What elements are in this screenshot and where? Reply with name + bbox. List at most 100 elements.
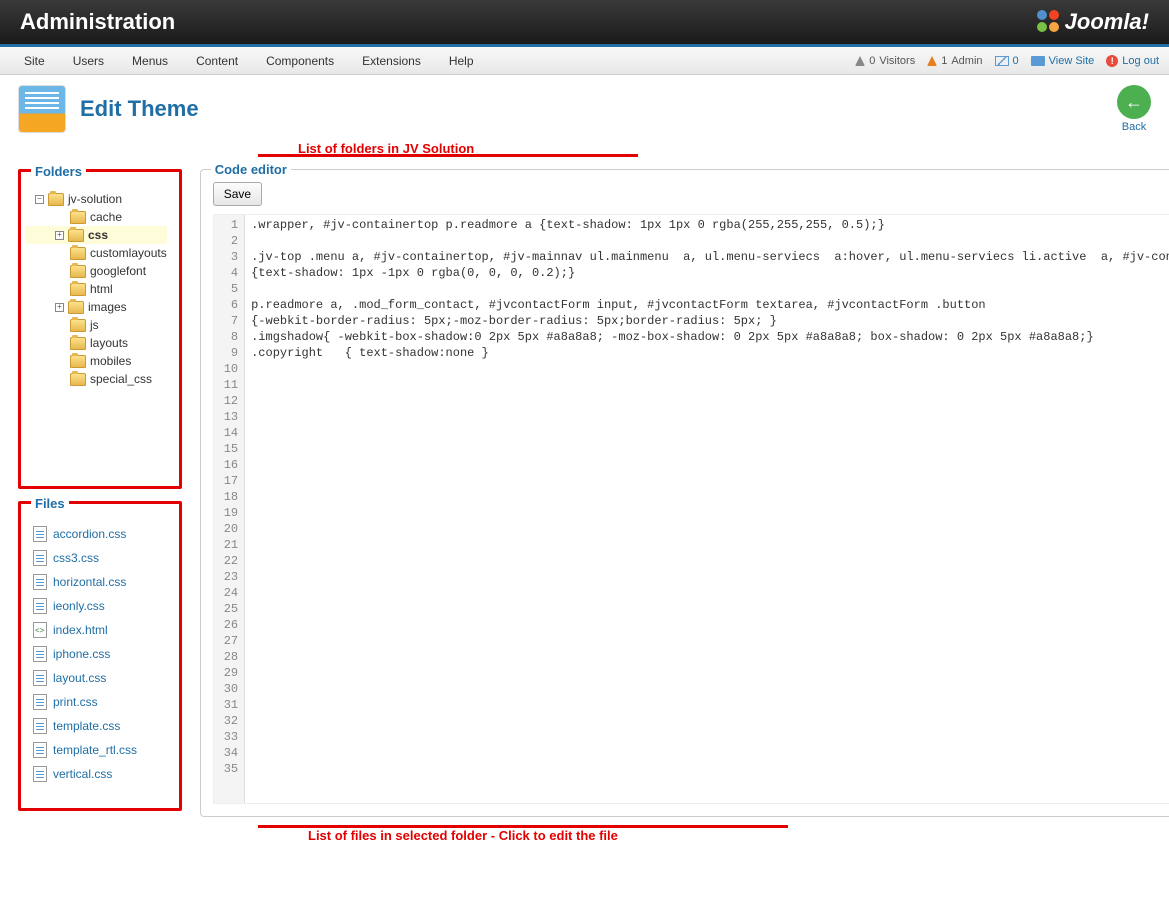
menu-item-menus[interactable]: Menus: [118, 48, 182, 74]
folder-icon: [68, 301, 84, 314]
joomla-logo: Joomla!: [1037, 9, 1149, 35]
collapse-icon[interactable]: −: [35, 195, 44, 204]
file-list: accordion.css css3.css horizontal.css ieonl…: [33, 514, 167, 786]
code-editor[interactable]: 1234567891011121314151617181920212223242…: [213, 214, 1169, 804]
tree-label: layouts: [90, 336, 128, 350]
folder-icon: [70, 265, 86, 278]
tree-label: html: [90, 282, 113, 296]
content-area: Edit Theme ← Back List of folders in JV …: [0, 75, 1169, 853]
view-site-link[interactable]: View Site: [1031, 55, 1095, 67]
menu-item-components[interactable]: Components: [252, 48, 348, 74]
menu-right: 0 Visitors 1 Admin 0 View Site ! Log out: [855, 55, 1159, 67]
menu-item-content[interactable]: Content: [182, 48, 252, 74]
tree-item[interactable]: js: [55, 316, 167, 334]
file-icon: [33, 598, 47, 614]
admins-status: 1 Admin: [927, 55, 982, 67]
tree-item[interactable]: mobiles: [55, 352, 167, 370]
tree-label: special_css: [90, 372, 152, 386]
tree-item[interactable]: +images: [55, 298, 167, 316]
tree-item[interactable]: layouts: [55, 334, 167, 352]
theme-icon: [18, 85, 66, 133]
page-header: Edit Theme ← Back: [18, 85, 1151, 133]
tree-label: mobiles: [90, 354, 131, 368]
file-label: template_rtl.css: [53, 743, 137, 757]
logout-link[interactable]: ! Log out: [1106, 55, 1159, 67]
file-label: print.css: [53, 695, 98, 709]
file-icon: [33, 646, 47, 662]
left-column: Folders − jv-solution cache+csscustomlay…: [18, 169, 182, 817]
folder-icon: [70, 211, 86, 224]
joomla-icon: [1037, 10, 1061, 34]
file-icon: [33, 550, 47, 566]
tree-root[interactable]: − jv-solution: [35, 190, 167, 208]
files-title: Files: [31, 496, 69, 511]
right-column: Code editor Save File loaded! 1234567891…: [200, 169, 1169, 817]
file-label: ieonly.css: [53, 599, 105, 613]
file-item[interactable]: ieonly.css: [33, 594, 167, 618]
file-label: template.css: [53, 719, 120, 733]
tree-label: customlayouts: [90, 246, 167, 260]
visitors-status: 0 Visitors: [855, 55, 915, 67]
file-icon: [33, 742, 47, 758]
folder-icon: [48, 193, 64, 206]
folder-icon: [70, 319, 86, 332]
tree-item[interactable]: cache: [55, 208, 167, 226]
messages-status[interactable]: 0: [995, 55, 1019, 67]
file-label: accordion.css: [53, 527, 126, 541]
file-label: css3.css: [53, 551, 99, 565]
tree-label: googlefont: [90, 264, 146, 278]
annotation-top: List of folders in JV Solution: [18, 141, 1151, 157]
tree-label: css: [88, 228, 108, 242]
file-icon: [33, 622, 47, 638]
back-button[interactable]: ← Back: [1117, 85, 1151, 133]
file-item[interactable]: layout.css: [33, 666, 167, 690]
file-item[interactable]: iphone.css: [33, 642, 167, 666]
main-layout: Folders − jv-solution cache+csscustomlay…: [18, 169, 1151, 817]
file-item[interactable]: horizontal.css: [33, 570, 167, 594]
file-item[interactable]: template_rtl.css: [33, 738, 167, 762]
file-label: vertical.css: [53, 767, 112, 781]
folder-icon: [70, 355, 86, 368]
tree-item[interactable]: + css: [25, 226, 167, 244]
menu-item-site[interactable]: Site: [10, 48, 59, 74]
folder-icon: [70, 337, 86, 350]
page-title: Edit Theme: [80, 96, 199, 122]
editor-title: Code editor: [211, 162, 291, 177]
file-label: iphone.css: [53, 647, 110, 661]
tree-item[interactable]: html: [55, 280, 167, 298]
file-item[interactable]: index.html: [33, 618, 167, 642]
folder-icon: [70, 373, 86, 386]
expand-icon[interactable]: +: [55, 231, 64, 240]
expand-icon[interactable]: +: [55, 303, 64, 312]
person-icon: [855, 56, 865, 66]
code-content[interactable]: .wrapper, #jv-containertop p.readmore a …: [245, 215, 1169, 803]
file-icon: [33, 670, 47, 686]
file-icon: [33, 694, 47, 710]
tree-item[interactable]: customlayouts: [55, 244, 167, 262]
annotation-bottom: List of files in selected folder - Click…: [18, 825, 1151, 843]
file-item[interactable]: vertical.css: [33, 762, 167, 786]
tree-item[interactable]: googlefont: [55, 262, 167, 280]
file-item[interactable]: print.css: [33, 690, 167, 714]
file-item[interactable]: template.css: [33, 714, 167, 738]
tree-label: js: [90, 318, 99, 332]
admin-title: Administration: [20, 9, 175, 35]
menu-item-users[interactable]: Users: [59, 48, 118, 74]
folder-icon: [68, 229, 84, 242]
line-gutter: 1234567891011121314151617181920212223242…: [214, 215, 245, 803]
menu-item-help[interactable]: Help: [435, 48, 488, 74]
menubar: SiteUsersMenusContentComponentsExtension…: [0, 47, 1169, 75]
mail-icon: [995, 56, 1009, 66]
file-icon: [33, 718, 47, 734]
save-button[interactable]: Save: [213, 182, 262, 206]
folders-panel: Folders − jv-solution cache+csscustomlay…: [18, 169, 182, 489]
file-item[interactable]: css3.css: [33, 546, 167, 570]
tree-item[interactable]: special_css: [55, 370, 167, 388]
menu-item-extensions[interactable]: Extensions: [348, 48, 435, 74]
file-label: layout.css: [53, 671, 106, 685]
file-icon: [33, 766, 47, 782]
code-editor-panel: Code editor Save File loaded! 1234567891…: [200, 169, 1169, 817]
file-icon: [33, 526, 47, 542]
arrow-left-icon: ←: [1125, 92, 1143, 113]
file-item[interactable]: accordion.css: [33, 522, 167, 546]
